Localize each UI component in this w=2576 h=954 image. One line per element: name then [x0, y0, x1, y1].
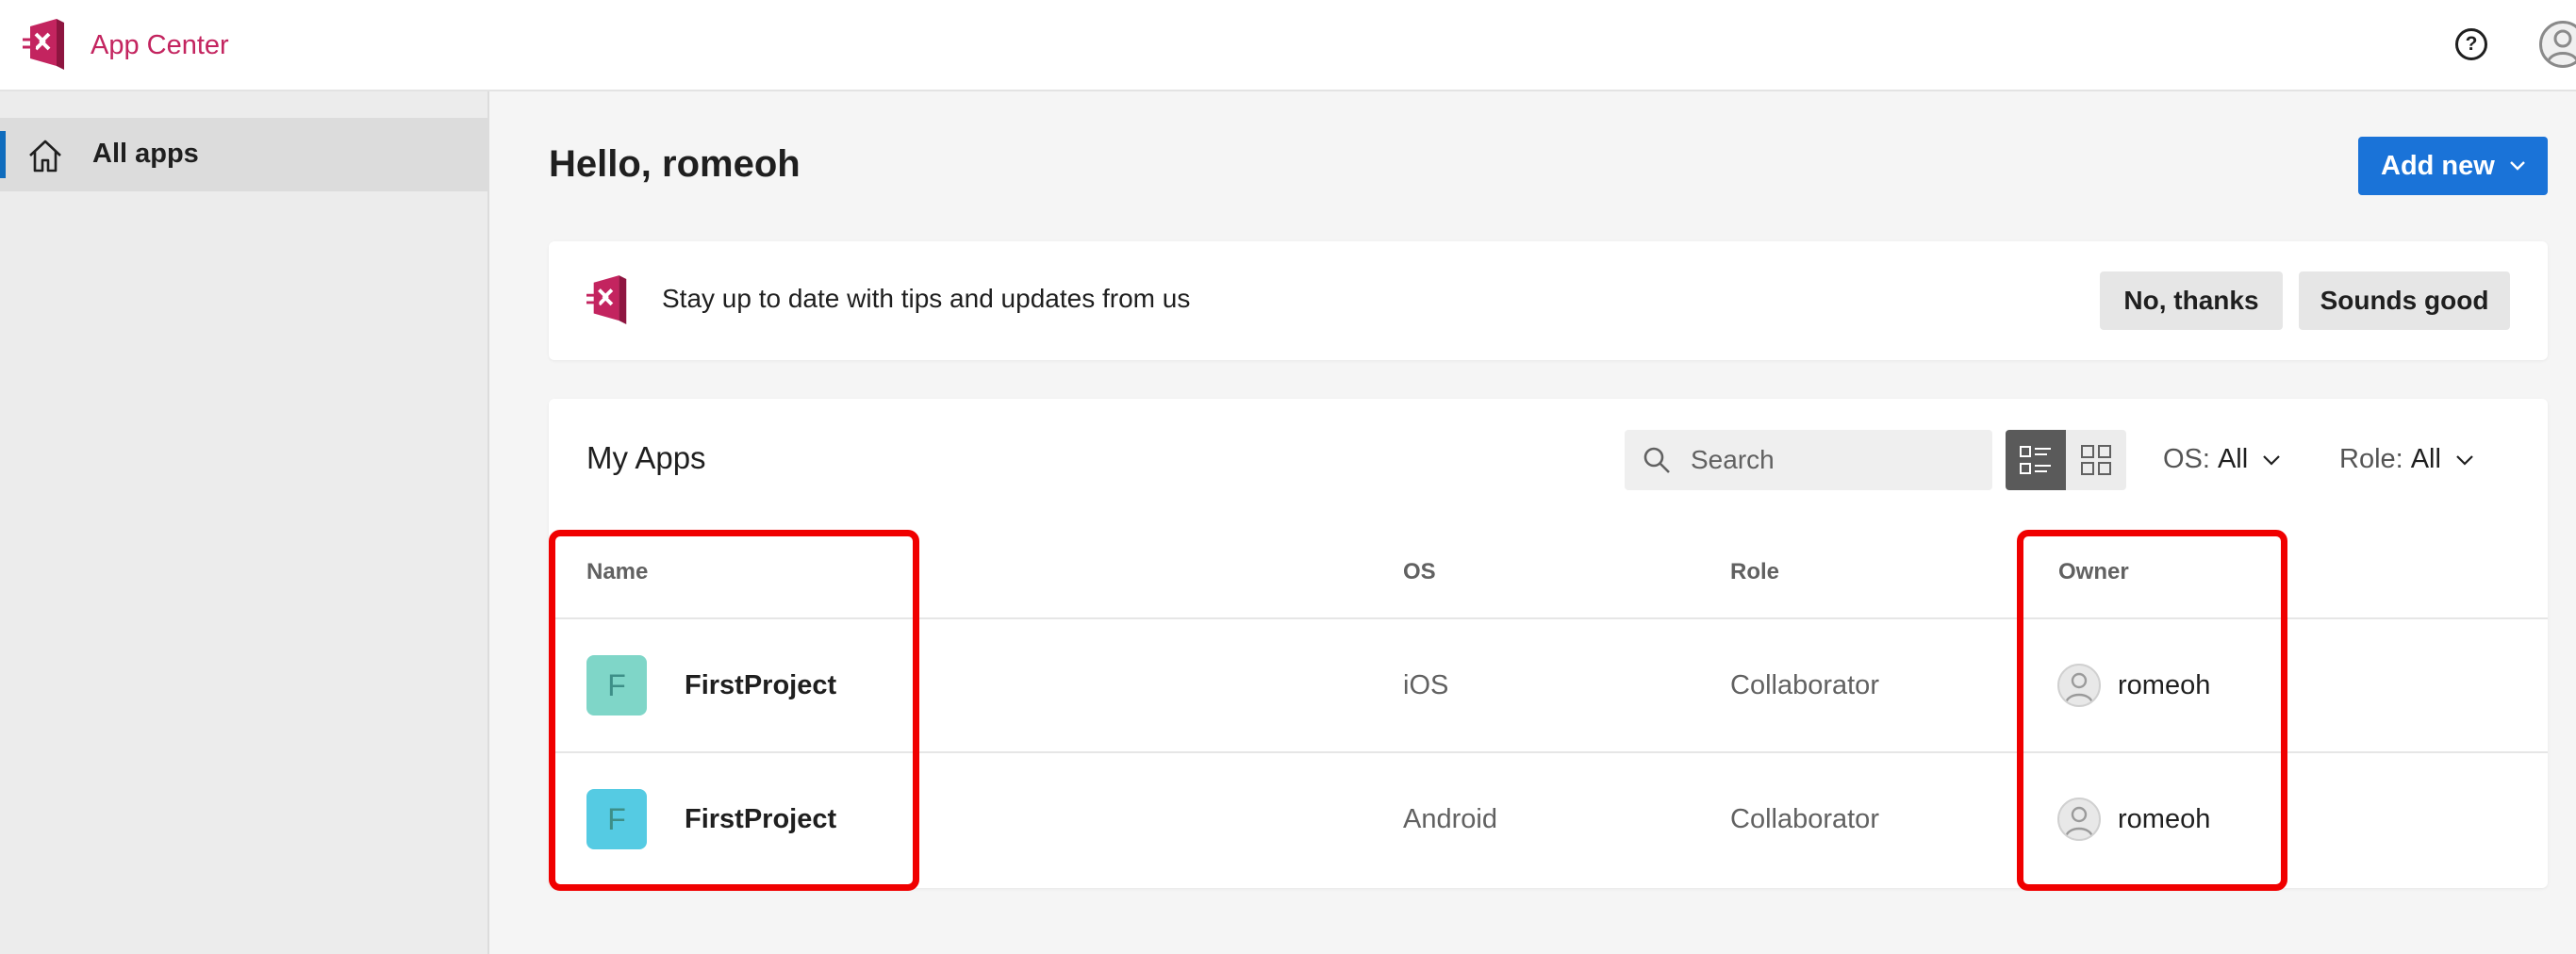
- column-header-os[interactable]: OS: [1403, 559, 1436, 585]
- search-input[interactable]: [1691, 443, 1973, 477]
- highlight-box-owner-column: [2017, 530, 2287, 891]
- os-filter-value: All: [2217, 444, 2249, 474]
- page-title: Hello, romeoh: [549, 143, 801, 185]
- column-header-role[interactable]: Role: [1730, 559, 1779, 585]
- role-filter-dropdown[interactable]: Role: All: [2339, 444, 2475, 475]
- search-box[interactable]: [1625, 430, 1992, 490]
- chevron-down-icon: [2456, 454, 2473, 466]
- app-os: Android: [1403, 804, 1497, 834]
- updates-banner: Stay up to date with tips and updates fr…: [549, 241, 2548, 360]
- app-title: App Center: [91, 29, 229, 60]
- brand[interactable]: App Center: [23, 19, 229, 72]
- os-filter-label: OS:: [2163, 444, 2210, 474]
- app-center-logo-icon: [586, 275, 627, 324]
- add-new-button[interactable]: Add new: [2358, 137, 2548, 195]
- highlight-box-name-column: [549, 530, 919, 891]
- chevron-down-icon: [2509, 161, 2525, 171]
- search-icon: [1643, 447, 1670, 473]
- no-thanks-button[interactable]: No, thanks: [2100, 271, 2283, 330]
- home-icon: [29, 140, 61, 173]
- grid-view-icon: [2081, 445, 2111, 475]
- os-filter-dropdown[interactable]: OS: All: [2163, 444, 2282, 475]
- top-bar: App Center ?: [0, 0, 2576, 91]
- grid-view-toggle[interactable]: [2066, 430, 2126, 490]
- role-filter-value: All: [2410, 444, 2441, 474]
- active-indicator: [0, 131, 6, 178]
- list-view-toggle[interactable]: [2006, 430, 2066, 490]
- sidebar-item-label: All apps: [92, 139, 199, 169]
- role-filter-label: Role:: [2339, 444, 2403, 474]
- user-avatar-icon[interactable]: [2539, 21, 2576, 68]
- panel-title: My Apps: [586, 440, 706, 475]
- chevron-down-icon: [2263, 454, 2280, 466]
- add-new-label: Add new: [2381, 150, 2495, 181]
- sidebar-item-all-apps[interactable]: All apps: [0, 118, 487, 191]
- app-role: Collaborator: [1730, 804, 1879, 834]
- app-os: iOS: [1403, 670, 1449, 700]
- banner-text: Stay up to date with tips and updates fr…: [662, 284, 1191, 313]
- list-view-icon: [2020, 446, 2051, 474]
- app-role: Collaborator: [1730, 670, 1879, 700]
- sidebar: All apps: [0, 91, 489, 954]
- app-center-logo-icon: [23, 19, 64, 70]
- help-icon[interactable]: ?: [2455, 28, 2487, 60]
- sounds-good-button[interactable]: Sounds good: [2299, 271, 2510, 330]
